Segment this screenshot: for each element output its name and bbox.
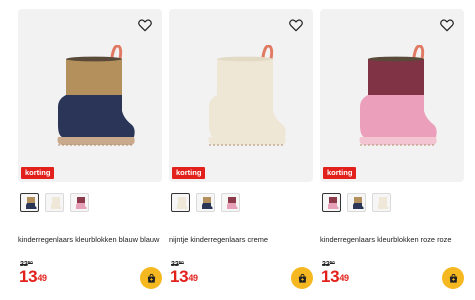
color-swatch[interactable]	[171, 193, 190, 212]
rain-boot-image	[359, 45, 437, 146]
rain-boot-thumbnail	[51, 197, 62, 209]
add-to-cart-button[interactable]	[291, 267, 313, 289]
color-swatch-list	[171, 193, 240, 212]
shopping-bag-icon	[147, 273, 155, 283]
product-image[interactable]: korting	[320, 9, 464, 182]
heart-icon[interactable]	[439, 17, 455, 33]
rain-boot-thumbnail	[177, 197, 188, 209]
rain-boot-thumbnail	[26, 197, 37, 209]
rain-boot-thumbnail	[328, 197, 339, 209]
product-card-1[interactable]: korting kinderregenlaars kleurblokken bl…	[18, 9, 162, 300]
discount-badge: korting	[21, 167, 55, 179]
color-swatch[interactable]	[45, 193, 64, 212]
product-image[interactable]: korting	[18, 9, 162, 182]
rain-boot-thumbnail	[227, 197, 238, 209]
rain-boot-image	[208, 45, 286, 146]
heart-icon[interactable]	[288, 17, 304, 33]
rain-boot-image	[57, 45, 135, 146]
add-to-cart-button[interactable]	[140, 267, 162, 289]
current-price: 1349	[19, 267, 47, 286]
heart-icon[interactable]	[137, 17, 153, 33]
discount-badge: korting	[323, 167, 357, 179]
product-image[interactable]: korting	[169, 9, 313, 182]
current-price: 1349	[170, 267, 198, 286]
product-title[interactable]: kinderregenlaars kleurblokken blauw blau…	[18, 235, 160, 245]
rain-boot-thumbnail	[353, 197, 364, 209]
color-swatch-list	[322, 193, 391, 212]
shopping-bag-icon	[449, 273, 457, 283]
add-to-cart-button[interactable]	[442, 267, 464, 289]
rain-boot-thumbnail	[202, 197, 213, 209]
current-price: 1349	[321, 267, 349, 286]
product-card-3[interactable]: korting kinderregenlaars kleurblokken ro…	[320, 9, 464, 300]
product-grid: korting kinderregenlaars kleurblokken bl…	[0, 0, 475, 300]
shopping-bag-icon	[298, 273, 306, 283]
color-swatch-list	[20, 193, 89, 212]
color-swatch[interactable]	[322, 193, 341, 212]
rain-boot-thumbnail	[76, 197, 87, 209]
product-title[interactable]: kinderregenlaars kleurblokken roze roze	[320, 235, 462, 245]
rain-boot-thumbnail	[378, 197, 389, 209]
product-title[interactable]: nijntje kinderregenlaars creme	[169, 235, 311, 245]
color-swatch[interactable]	[196, 193, 215, 212]
color-swatch[interactable]	[20, 193, 39, 212]
discount-badge: korting	[172, 167, 206, 179]
color-swatch[interactable]	[347, 193, 366, 212]
color-swatch[interactable]	[221, 193, 240, 212]
color-swatch[interactable]	[372, 193, 391, 212]
product-card-2[interactable]: korting nijntje kinderregenlaars creme 2…	[169, 9, 313, 300]
color-swatch[interactable]	[70, 193, 89, 212]
